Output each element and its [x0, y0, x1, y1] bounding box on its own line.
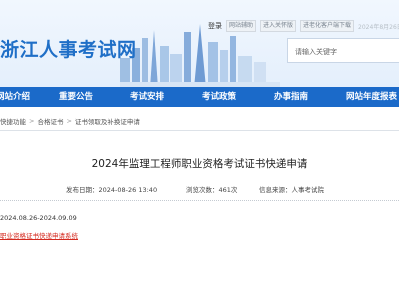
top-toolbar: 登录 网站辅助 进入关怀版 进老化客户端下载 2024年8月26日 星期: [208, 20, 399, 32]
info-source: 信息来源：人事考试院: [259, 186, 324, 194]
accessibility-button[interactable]: 网站辅助: [226, 20, 257, 32]
breadcrumb-separator: >: [29, 117, 35, 125]
nav-item-guide[interactable]: 办事指南: [274, 87, 308, 107]
client-download-button[interactable]: 进老化客户端下载: [300, 20, 355, 32]
current-date: 2024年8月26日 星期: [358, 23, 399, 31]
breadcrumb-separator: >: [66, 117, 72, 125]
site-logo-title[interactable]: 浙江人事考试网: [0, 35, 137, 62]
dotted-divider: [0, 200, 399, 201]
breadcrumb-item-collection[interactable]: 证书领取及补换证申请: [75, 116, 140, 126]
application-period: 2024.08.26-2024.09.09: [0, 214, 77, 222]
search-box: [287, 38, 399, 64]
view-count: 浏览次数：461次: [186, 186, 238, 194]
publish-date: 发布日期：2024-08-26 13:40: [66, 186, 158, 194]
breadcrumb: 快捷功能 > 合格证书 > 证书领取及补换证申请: [0, 116, 140, 126]
nav-item-exam-policy[interactable]: 考试政策: [202, 87, 236, 107]
site-header: 浙江人事考试网 登录 网站辅助 进入关怀版 进老化客户端下载 2024年8月26…: [0, 0, 399, 88]
page: 浙江人事考试网 登录 网站辅助 进入关怀版 进老化客户端下载 2024年8月26…: [0, 0, 399, 300]
breadcrumb-item-shortcuts[interactable]: 快捷功能: [0, 116, 26, 126]
article-title: 2024年监理工程师职业资格考试证书快递申请: [91, 158, 308, 170]
nav-item-annual-report[interactable]: 网站年度报表: [346, 87, 397, 107]
nav-item-exam-schedule[interactable]: 考试安排: [130, 87, 164, 107]
nav-item-announcements[interactable]: 重要公告: [59, 87, 93, 107]
nav-item-about[interactable]: 网站介绍: [0, 87, 30, 107]
breadcrumb-item-certificates[interactable]: 合格证书: [37, 116, 63, 126]
application-system-link[interactable]: 职业资格证书快递申请系统: [0, 230, 78, 240]
elderly-mode-button[interactable]: 进入关怀版: [260, 20, 297, 32]
search-input[interactable]: [288, 40, 399, 64]
login-link[interactable]: 登录: [208, 21, 222, 31]
main-nav: 网站介绍 重要公告 考试安排 考试政策 办事指南 网站年度报表: [0, 87, 399, 107]
divider: [0, 130, 399, 131]
